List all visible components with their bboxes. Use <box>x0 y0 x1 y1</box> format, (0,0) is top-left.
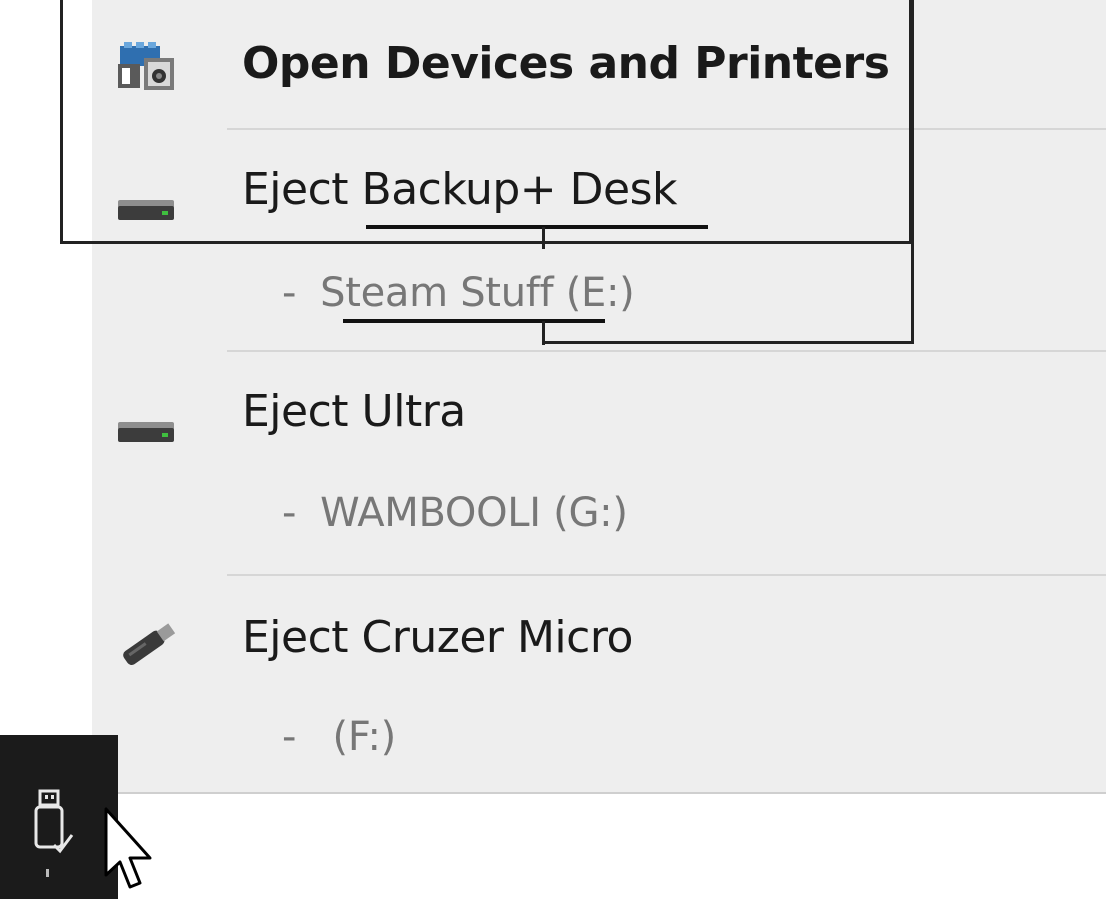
menu-item-eject-cruzer-micro[interactable]: Eject Cruzer Micro - (F:) <box>92 576 1106 790</box>
menu-item-label: Eject Ultra <box>242 386 466 437</box>
usb-flash-drive-icon <box>116 616 182 674</box>
callout-underline <box>366 225 708 229</box>
callout-connector <box>542 321 545 345</box>
menu-item-eject-ultra[interactable]: Eject Ultra - WAMBOOLI (G:) <box>92 352 1106 574</box>
desktop-edge <box>0 0 12 735</box>
external-drive-icon <box>116 420 178 448</box>
safely-remove-hardware-icon[interactable] <box>22 787 82 877</box>
mouse-pointer-icon <box>100 807 160 899</box>
volume-label: - WAMBOOLI (G:) <box>282 490 628 536</box>
callout-box <box>542 0 914 344</box>
taskbar <box>0 735 152 899</box>
menu-item-label: Eject Cruzer Micro <box>242 612 633 663</box>
callout-connector <box>542 227 545 249</box>
callout-underline <box>343 319 605 323</box>
volume-label: - (F:) <box>282 714 396 760</box>
